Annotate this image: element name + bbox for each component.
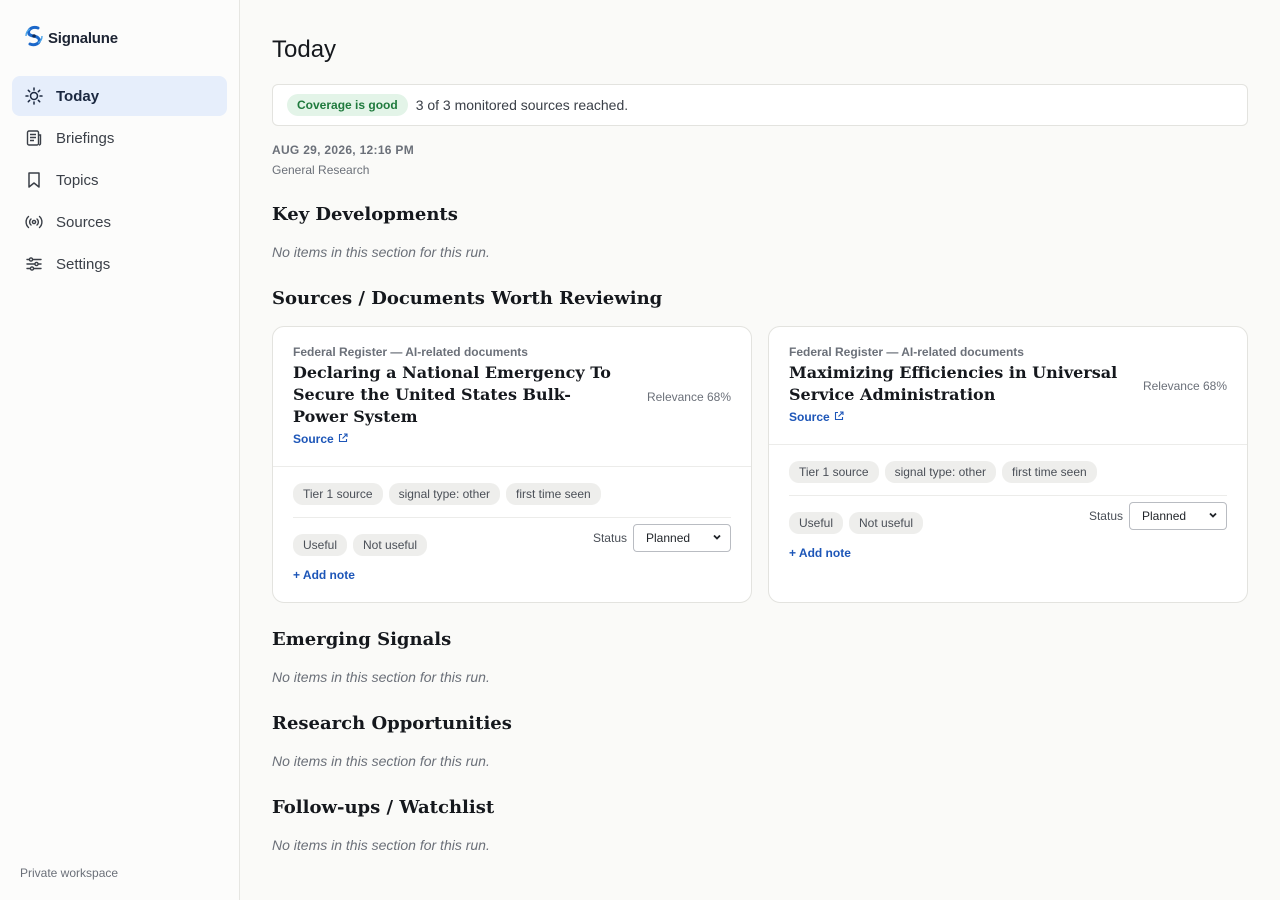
sidebar-item-label: Settings <box>56 255 111 273</box>
useful-button[interactable]: Useful <box>293 534 348 556</box>
feedback-row: Useful Not useful Status Planned <box>273 524 751 556</box>
signalune-logo-icon <box>24 24 44 53</box>
section-empty-key-developments: No items in this section for this run. <box>272 244 490 260</box>
page-title: Today <box>272 36 337 63</box>
coverage-banner: Coverage is good 3 of 3 monitored source… <box>272 84 1248 126</box>
section-title-followups-watchlist: Follow-ups / Watchlist <box>272 797 495 818</box>
not-useful-button[interactable]: Not useful <box>849 512 924 534</box>
sidebar-item-topics[interactable]: Topics <box>12 160 227 200</box>
coverage-badge: Coverage is good <box>287 94 408 116</box>
card-title: Declaring a National Emergency To Secure… <box>293 363 611 426</box>
sliders-icon <box>24 254 44 274</box>
add-note-link[interactable]: + Add note <box>273 568 751 582</box>
tag-chip: signal type: other <box>884 461 996 483</box>
tag-chip: first time seen <box>505 483 601 505</box>
section-title-emerging-signals: Emerging Signals <box>272 629 452 650</box>
section-empty-emerging-signals: No items in this section for this run. <box>272 669 490 685</box>
status-select[interactable]: Planned <box>633 524 731 552</box>
newspaper-icon <box>24 128 44 148</box>
card-source: Federal Register — AI-related documents <box>789 345 1024 359</box>
card-tags: Tier 1 source signal type: other first t… <box>273 483 751 517</box>
status-label: Status <box>1088 509 1123 523</box>
sidebar-item-label: Briefings <box>56 129 115 147</box>
card-divider <box>293 517 731 518</box>
status-select[interactable]: Planned <box>1129 502 1227 530</box>
status-value: Planned <box>1142 509 1187 523</box>
sidebar-item-settings[interactable]: Settings <box>12 244 227 284</box>
sidebar-item-label: Today <box>56 87 100 105</box>
card-divider <box>789 495 1227 496</box>
status-control: Status Planned <box>1089 502 1227 530</box>
sidebar-item-sources[interactable]: Sources <box>12 202 227 242</box>
section-title-sources-documents: Sources / Documents Worth Reviewing <box>272 288 663 309</box>
section-title-research-opportunities: Research Opportunities <box>272 713 512 734</box>
bookmark-icon <box>24 170 44 190</box>
section-title-key-developments: Key Developments <box>272 204 458 225</box>
relevance-score: Relevance 68% <box>646 390 731 404</box>
main-nav: Today Briefings Topics Sources Settings <box>12 76 227 286</box>
tag-chip: signal type: other <box>388 483 500 505</box>
relevance-score: Relevance 68% <box>1142 379 1227 393</box>
card-source: Federal Register — AI-related documents <box>293 345 528 359</box>
section-empty-research-opportunities: No items in this section for this run. <box>272 753 490 769</box>
chevron-down-icon <box>1208 509 1218 523</box>
status-control: Status Planned <box>593 524 731 552</box>
status-value: Planned <box>646 531 691 545</box>
not-useful-button[interactable]: Not useful <box>353 534 428 556</box>
card-header: Federal Register — AI-related documents … <box>769 327 1247 445</box>
sidebar-item-label: Sources <box>56 213 112 231</box>
source-link[interactable]: Source <box>789 410 844 424</box>
section-empty-followups-watchlist: No items in this section for this run. <box>272 837 490 853</box>
external-link-icon <box>834 410 844 424</box>
chevron-down-icon <box>712 531 722 545</box>
card-tags: Tier 1 source signal type: other first t… <box>769 461 1247 495</box>
sidebar-item-label: Topics <box>56 171 99 189</box>
workspace-label: Private workspace <box>20 866 119 880</box>
brand-name: Signalune <box>48 30 118 47</box>
sidebar: Signalune Today Briefings Topics Sources… <box>0 0 240 900</box>
external-link-icon <box>338 432 348 446</box>
useful-button[interactable]: Useful <box>789 512 844 534</box>
sidebar-item-today[interactable]: Today <box>12 76 227 116</box>
run-date: AUG 29, 2026, 12:16 PM <box>272 143 415 157</box>
run-profile: General Research <box>272 163 370 177</box>
tag-chip: first time seen <box>1001 461 1097 483</box>
sun-icon <box>24 86 44 106</box>
sidebar-item-briefings[interactable]: Briefings <box>12 118 227 158</box>
card-title: Maximizing Efficiencies in Universal Ser… <box>789 363 1118 404</box>
document-card: Federal Register — AI-related documents … <box>768 326 1248 603</box>
brand[interactable]: Signalune <box>24 24 118 53</box>
status-label: Status <box>592 531 627 545</box>
source-link-label: Source <box>789 410 830 424</box>
tag-chip: Tier 1 source <box>293 483 383 505</box>
feedback-row: Useful Not useful Status Planned <box>769 502 1247 534</box>
source-link-label: Source <box>293 432 334 446</box>
coverage-text: 3 of 3 monitored sources reached. <box>415 97 629 113</box>
tag-chip: Tier 1 source <box>789 461 879 483</box>
add-note-link[interactable]: + Add note <box>769 546 1247 560</box>
document-card: Federal Register — AI-related documents … <box>272 326 752 603</box>
source-link[interactable]: Source <box>293 432 348 446</box>
card-header: Federal Register — AI-related documents … <box>273 327 751 467</box>
broadcast-icon <box>24 212 44 232</box>
